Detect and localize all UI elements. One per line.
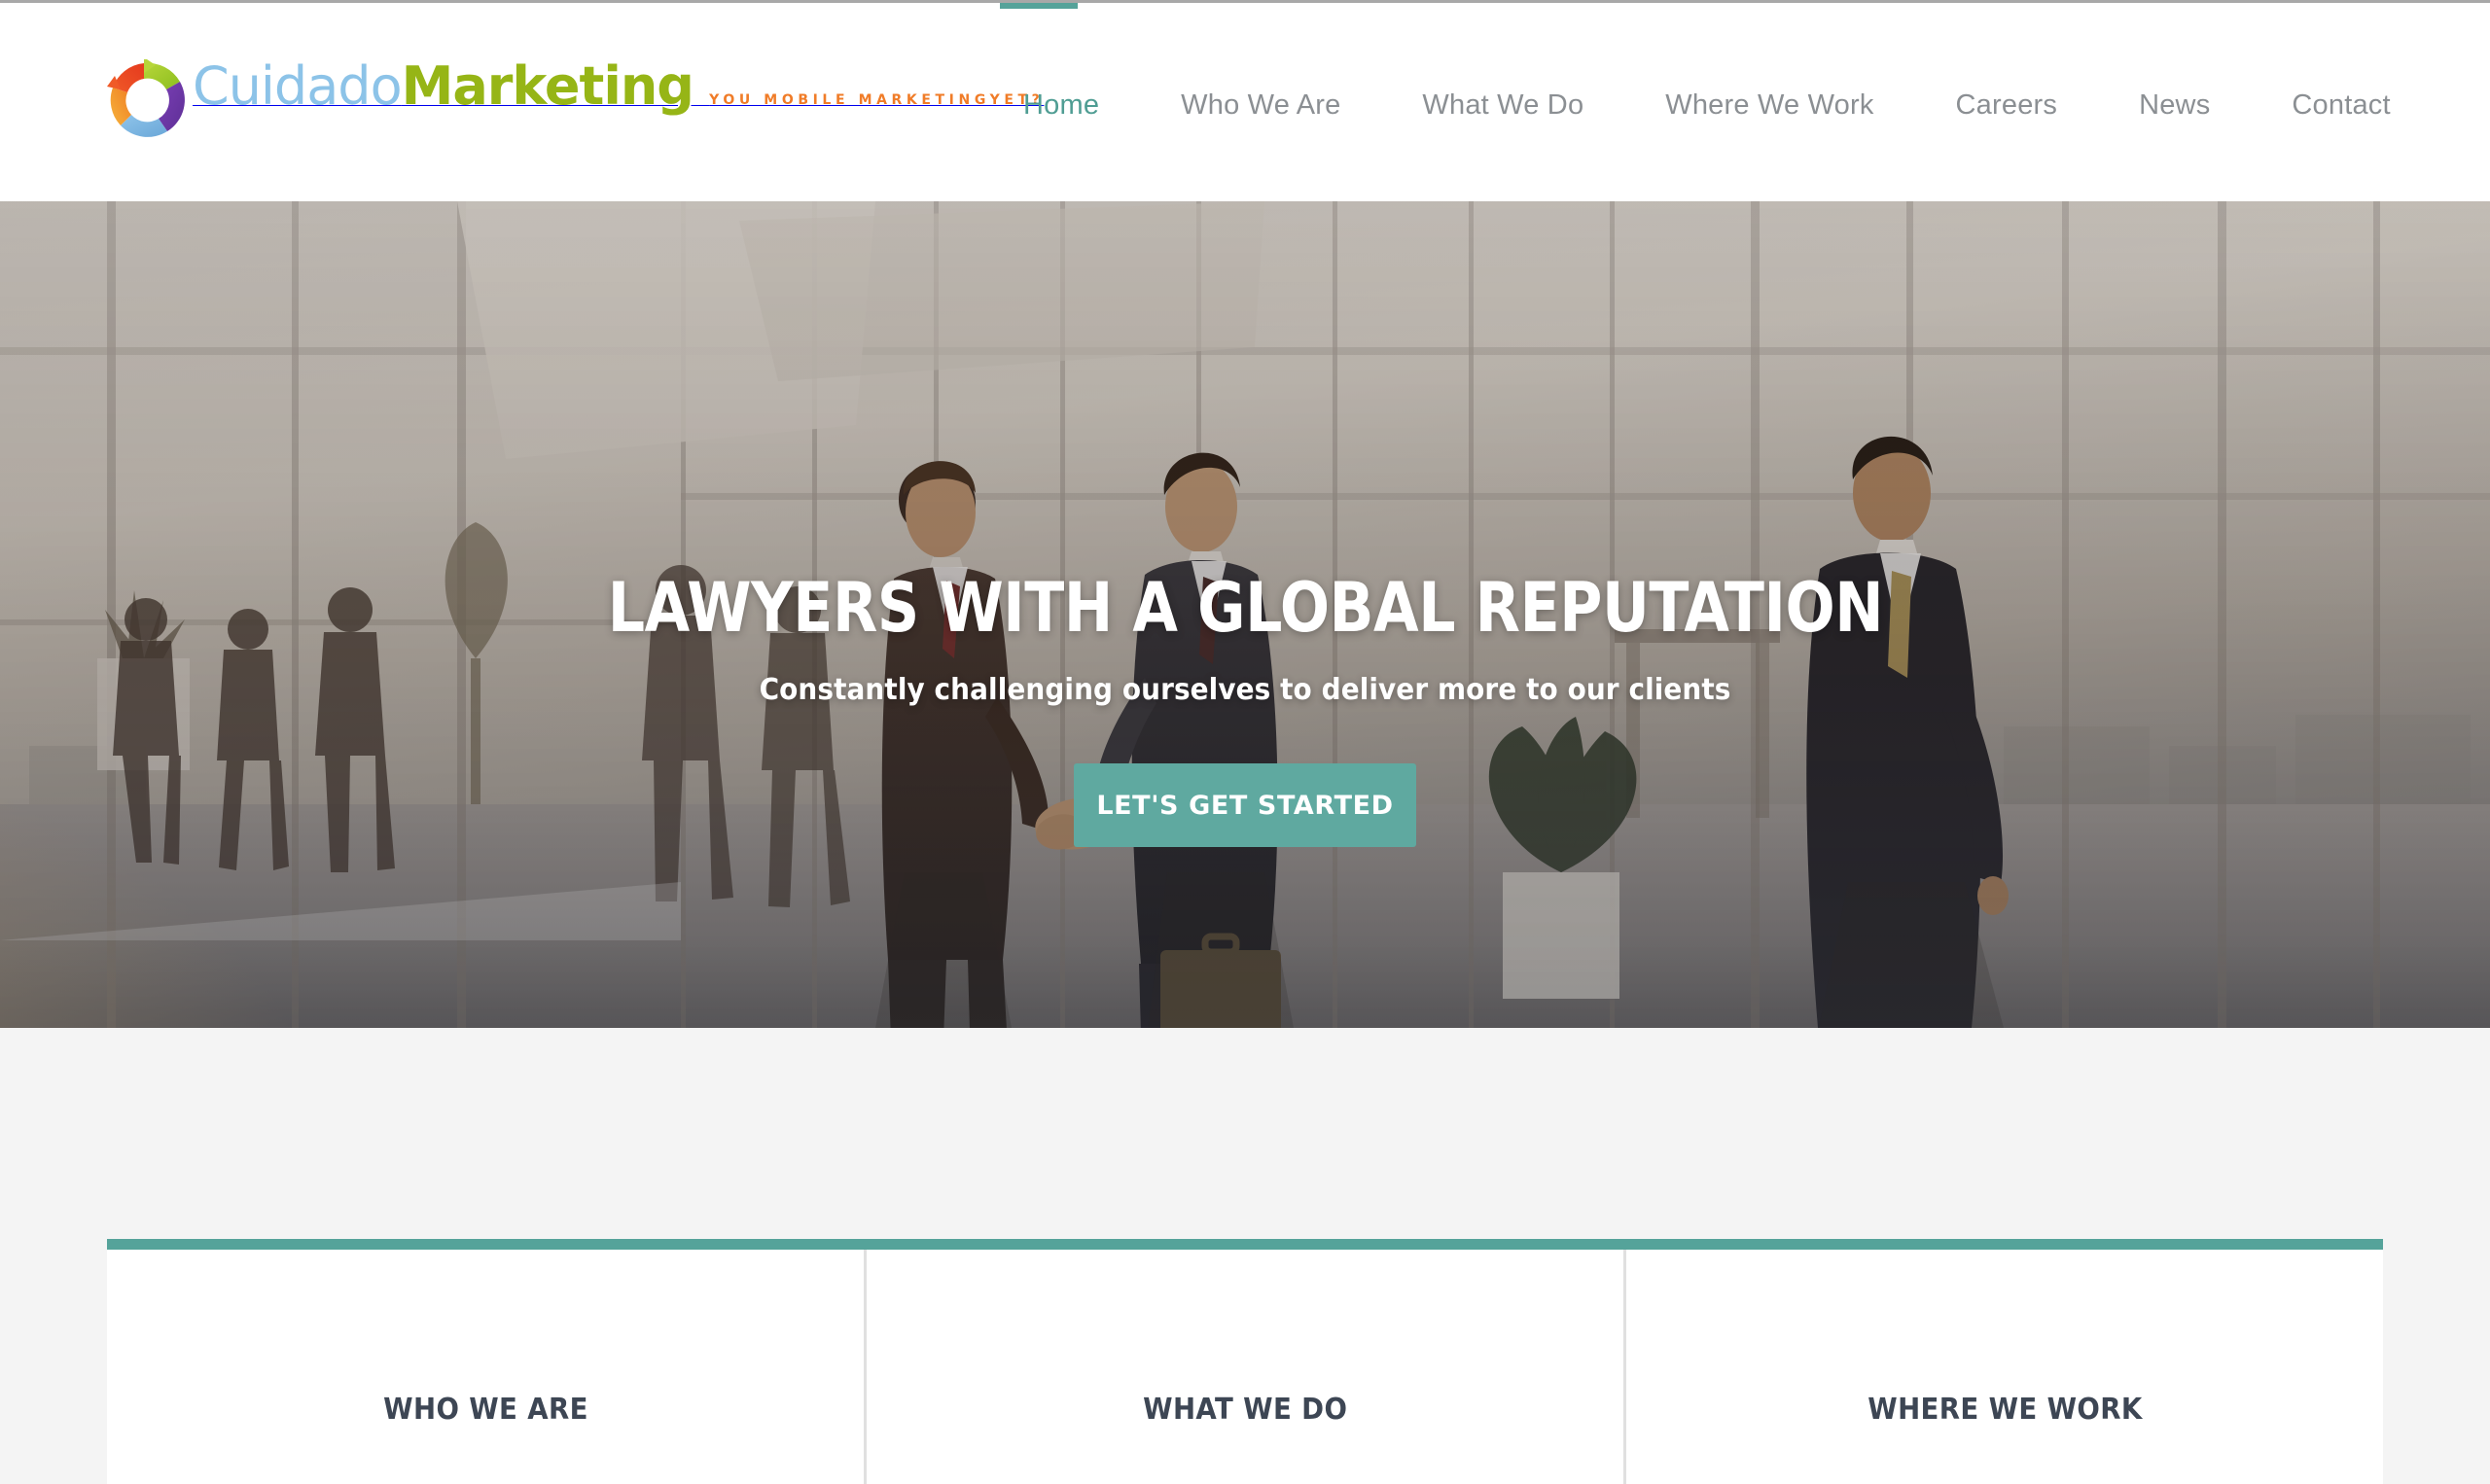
nav-item-careers[interactable]: Careers xyxy=(1915,89,2099,122)
feature-title: WHERE WE WORK xyxy=(1867,1393,2143,1427)
logo-wordmark: CuidadoMarketing You Mobile MarketingYet… xyxy=(193,55,1044,114)
logo-word-two: Marketing xyxy=(401,55,694,117)
lets-get-started-button[interactable]: LET'S GET STARTED xyxy=(1074,763,1416,847)
nav-item-home[interactable]: Home xyxy=(982,89,1140,122)
hero-subtitle: Constantly challenging ourselves to deli… xyxy=(759,673,1731,707)
page-top-rule xyxy=(0,0,2490,3)
site-logo[interactable]: CuidadoMarketing You Mobile MarketingYet… xyxy=(107,55,1044,141)
features-section: WHO WE ARE WHAT WE DO WHERE WE WORK xyxy=(0,1028,2490,1484)
main-navigation: Home Who We Are What We Do Where We Work… xyxy=(982,9,2432,201)
logo-word-one: Cuidado xyxy=(193,55,403,117)
feature-card-what-we-do[interactable]: WHAT WE DO xyxy=(864,1250,1623,1484)
feature-card-where-we-work[interactable]: WHERE WE WORK xyxy=(1623,1250,2383,1484)
feature-title: WHAT WE DO xyxy=(1142,1393,1348,1427)
feature-card-who-we-are[interactable]: WHO WE ARE xyxy=(107,1250,864,1484)
circular-arrows-shutter-icon xyxy=(107,59,189,141)
nav-item-where-we-work[interactable]: Where We Work xyxy=(1624,89,1914,122)
hero-content: LAWYERS WITH A GLOBAL REPUTATION Constan… xyxy=(0,201,2490,1028)
nav-item-what-we-do[interactable]: What We Do xyxy=(1381,89,1624,122)
hero-banner: LAWYERS WITH A GLOBAL REPUTATION Constan… xyxy=(0,201,2490,1028)
site-header: CuidadoMarketing You Mobile MarketingYet… xyxy=(0,9,2490,201)
nav-item-who-we-are[interactable]: Who We Are xyxy=(1140,89,1381,122)
hero-title: LAWYERS WITH A GLOBAL REPUTATION xyxy=(607,568,1883,648)
feature-title: WHO WE ARE xyxy=(382,1393,588,1427)
nav-item-contact[interactable]: Contact xyxy=(2251,89,2431,122)
nav-item-news[interactable]: News xyxy=(2098,89,2251,122)
features-card-row: WHO WE ARE WHAT WE DO WHERE WE WORK xyxy=(107,1239,2383,1484)
